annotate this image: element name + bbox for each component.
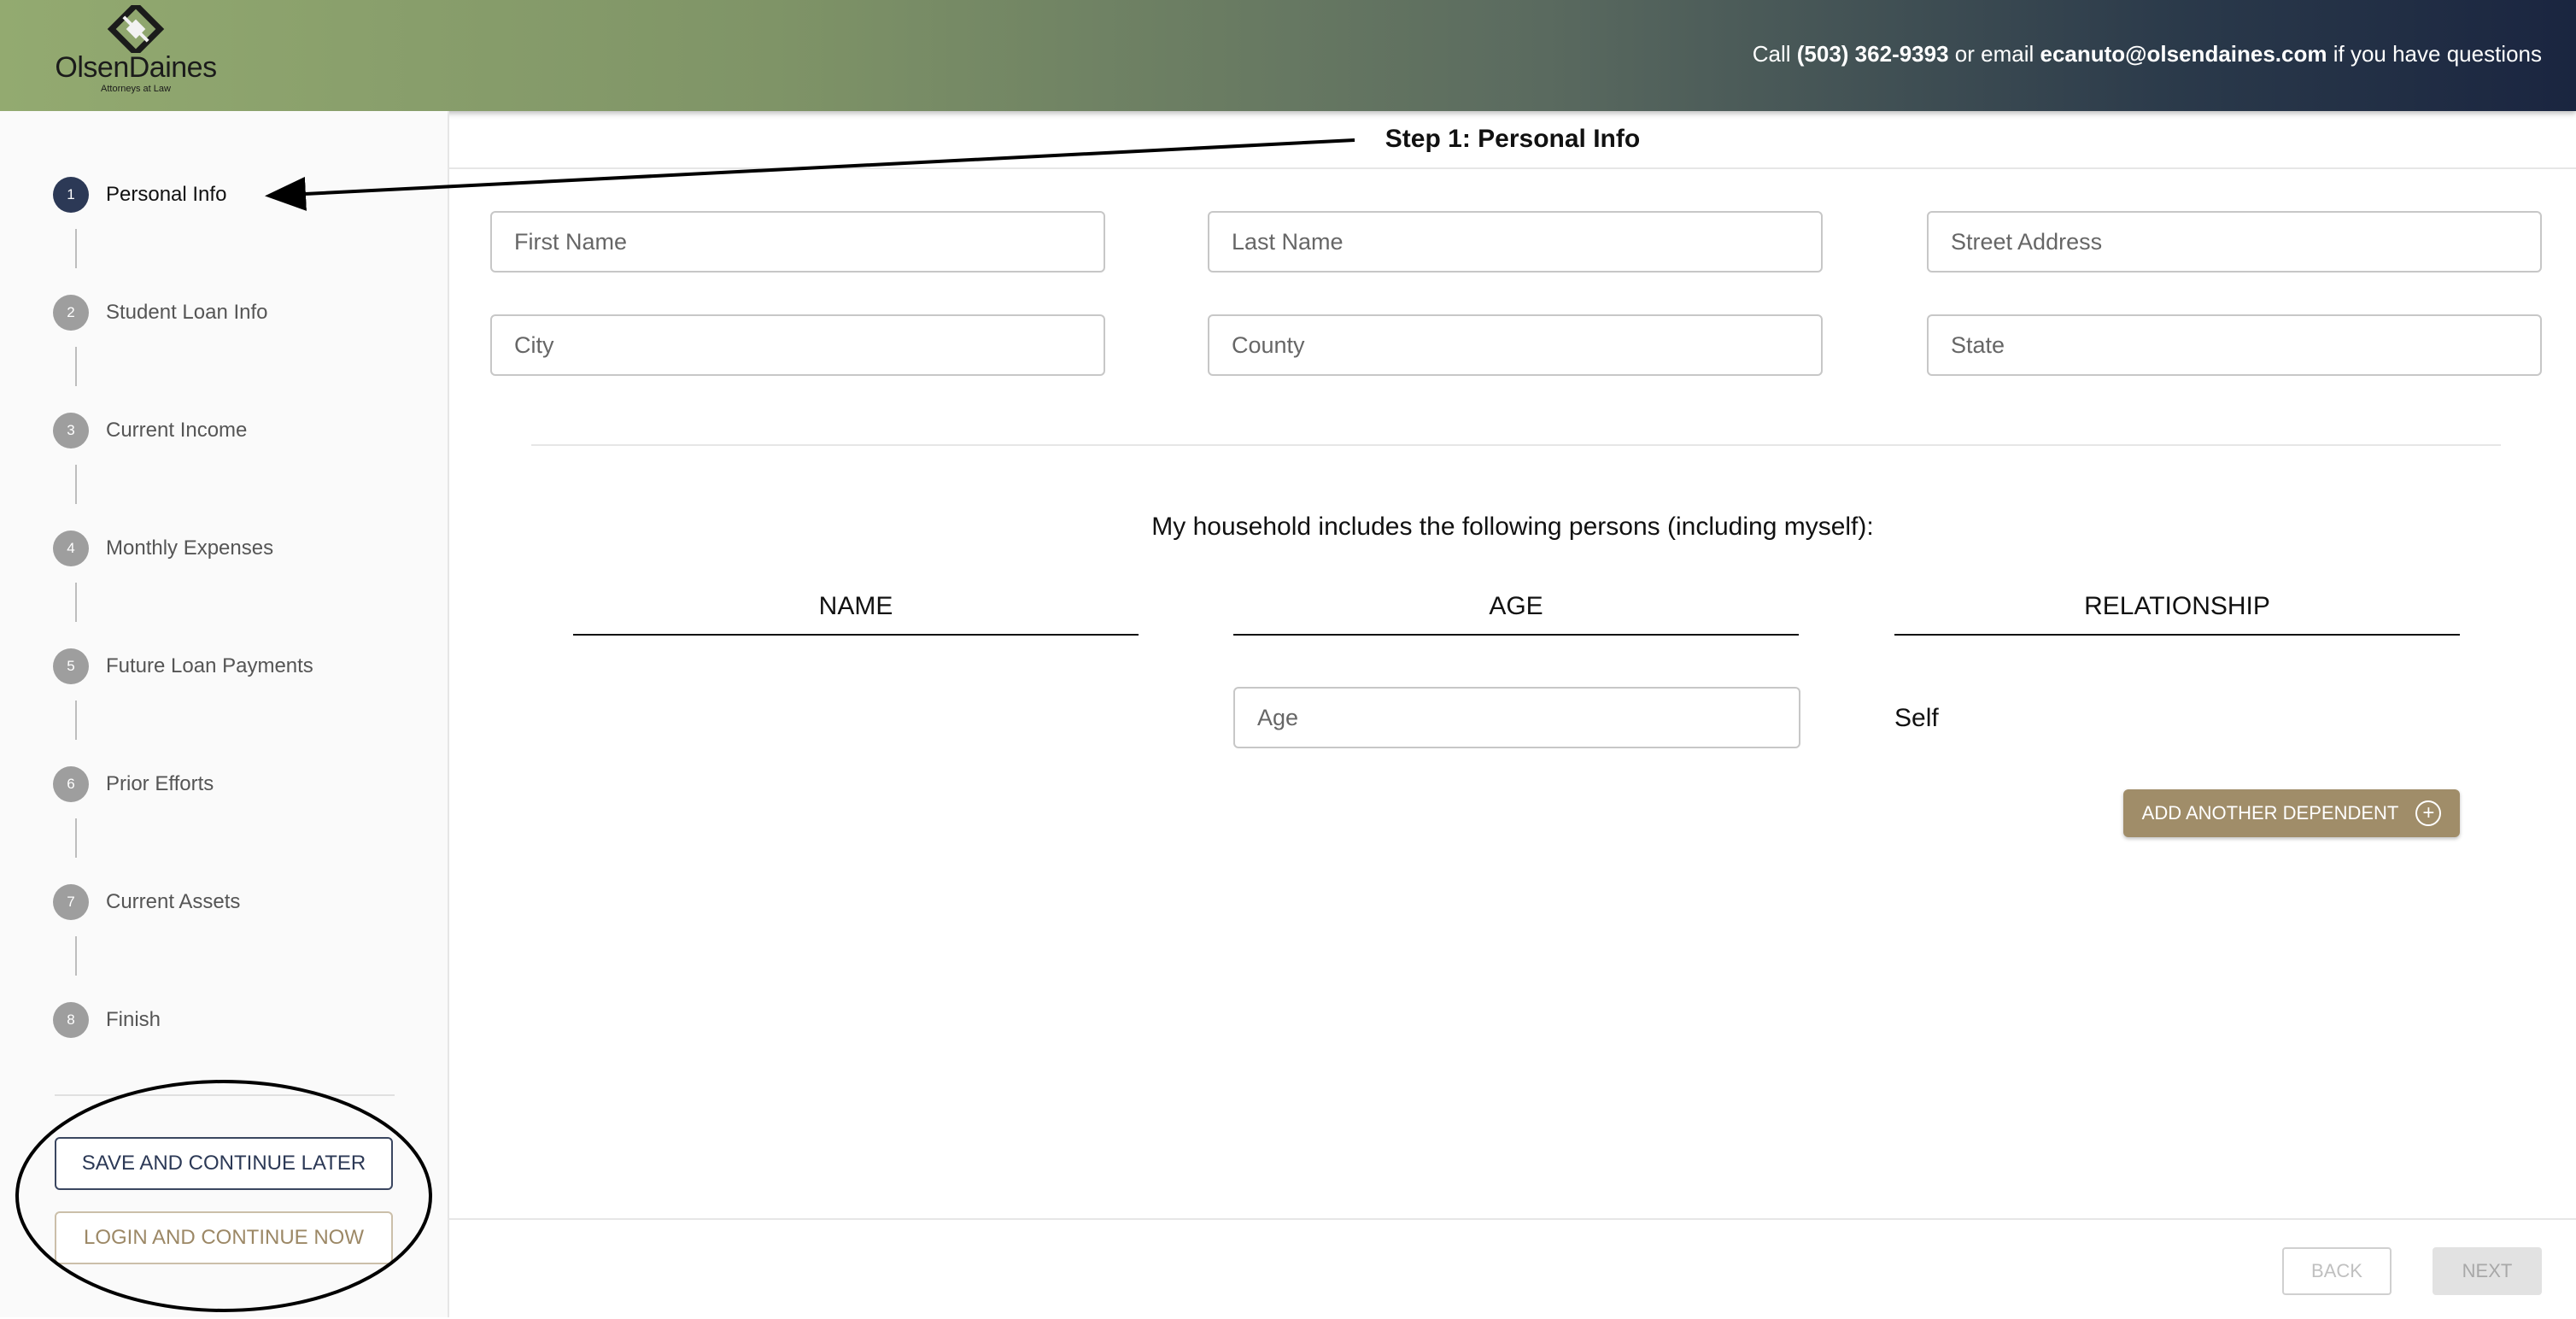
step-number-badge: 4 [53, 531, 89, 566]
sidebar-step-prior-efforts[interactable]: 6 Prior Efforts [53, 765, 214, 803]
state-input[interactable] [1927, 314, 2542, 376]
column-header-name: NAME [573, 589, 1139, 636]
street-address-input[interactable] [1927, 211, 2542, 273]
step-number-badge: 7 [53, 884, 89, 920]
column-header-age: AGE [1233, 589, 1799, 636]
step-label: Current Income [106, 419, 248, 442]
contact-email[interactable]: ecanuto@olsendaines.com [2040, 41, 2327, 67]
plus-circle-icon: + [2415, 800, 2442, 826]
login-and-continue-now-button[interactable]: LOGIN AND CONTINUE NOW [55, 1211, 393, 1264]
save-and-continue-later-button[interactable]: SAVE AND CONTINUE LATER [55, 1137, 393, 1190]
step-connector [75, 936, 77, 976]
step-label: Personal Info [106, 183, 227, 206]
sidebar-step-personal-info[interactable]: 1 Personal Info [53, 176, 226, 214]
step-label: Finish [106, 1008, 161, 1031]
step-connector [75, 818, 77, 858]
footer-nav: BACK NEXT [449, 1218, 2576, 1319]
sidebar-divider [55, 1094, 395, 1096]
page-title: Step 1: Personal Info [449, 111, 2576, 169]
contact-prefix: Call [1752, 41, 1797, 67]
step-connector [75, 347, 77, 386]
step-number-badge: 5 [53, 648, 89, 684]
step-number-badge: 8 [53, 1002, 89, 1038]
main-content: Step 1: Personal Info My household inclu… [449, 111, 2576, 1317]
contact-info: Call (503) 362-9393 or email ecanuto@ols… [1753, 41, 2542, 67]
contact-phone[interactable]: (503) 362-9393 [1797, 41, 1949, 67]
step-navigation: 1 Personal Info 2 Student Loan Info 3 Cu… [0, 111, 449, 1317]
column-header-relationship: RELATIONSHIP [1894, 589, 2460, 636]
sidebar-step-student-loan-info[interactable]: 2 Student Loan Info [53, 294, 268, 331]
logo[interactable]: OlsenDaines Attorneys at Law [48, 5, 224, 94]
first-name-input[interactable] [490, 211, 1105, 273]
age-input[interactable] [1233, 687, 1800, 748]
step-number-badge: 6 [53, 766, 89, 802]
contact-middle: or email [1948, 41, 2040, 67]
step-connector [75, 465, 77, 504]
back-button[interactable]: BACK [2282, 1247, 2392, 1295]
contact-suffix: if you have questions [2327, 41, 2542, 67]
logo-mark-icon [107, 5, 165, 53]
logo-tagline: Attorneys at Law [101, 84, 171, 94]
relationship-self: Self [1894, 704, 1939, 732]
step-number-badge: 2 [53, 295, 89, 331]
city-input[interactable] [490, 314, 1105, 376]
logo-name: OlsenDaines [55, 51, 217, 84]
app-header: OlsenDaines Attorneys at Law Call (503) … [0, 0, 2576, 111]
step-connector [75, 701, 77, 740]
add-another-dependent-button[interactable]: ADD ANOTHER DEPENDENT + [2123, 789, 2460, 837]
step-connector [75, 583, 77, 622]
step-number-badge: 3 [53, 413, 89, 448]
household-heading: My household includes the following pers… [1151, 513, 1874, 541]
sidebar-step-future-loan-payments[interactable]: 5 Future Loan Payments [53, 648, 313, 685]
step-connector [75, 229, 77, 268]
step-label: Future Loan Payments [106, 654, 313, 677]
sidebar-step-monthly-expenses[interactable]: 4 Monthly Expenses [53, 530, 273, 567]
county-input[interactable] [1208, 314, 1823, 376]
step-label: Prior Efforts [106, 772, 214, 795]
next-button[interactable]: NEXT [2433, 1247, 2542, 1295]
add-dependent-label: ADD ANOTHER DEPENDENT [2141, 802, 2399, 824]
last-name-input[interactable] [1208, 211, 1823, 273]
section-divider [531, 444, 2501, 446]
sidebar-step-current-assets[interactable]: 7 Current Assets [53, 883, 240, 921]
step-label: Student Loan Info [106, 301, 268, 324]
sidebar-step-finish[interactable]: 8 Finish [53, 1001, 161, 1039]
step-label: Current Assets [106, 890, 241, 913]
step-number-badge: 1 [53, 177, 89, 213]
step-label: Monthly Expenses [106, 536, 274, 560]
sidebar-step-current-income[interactable]: 3 Current Income [53, 412, 247, 449]
